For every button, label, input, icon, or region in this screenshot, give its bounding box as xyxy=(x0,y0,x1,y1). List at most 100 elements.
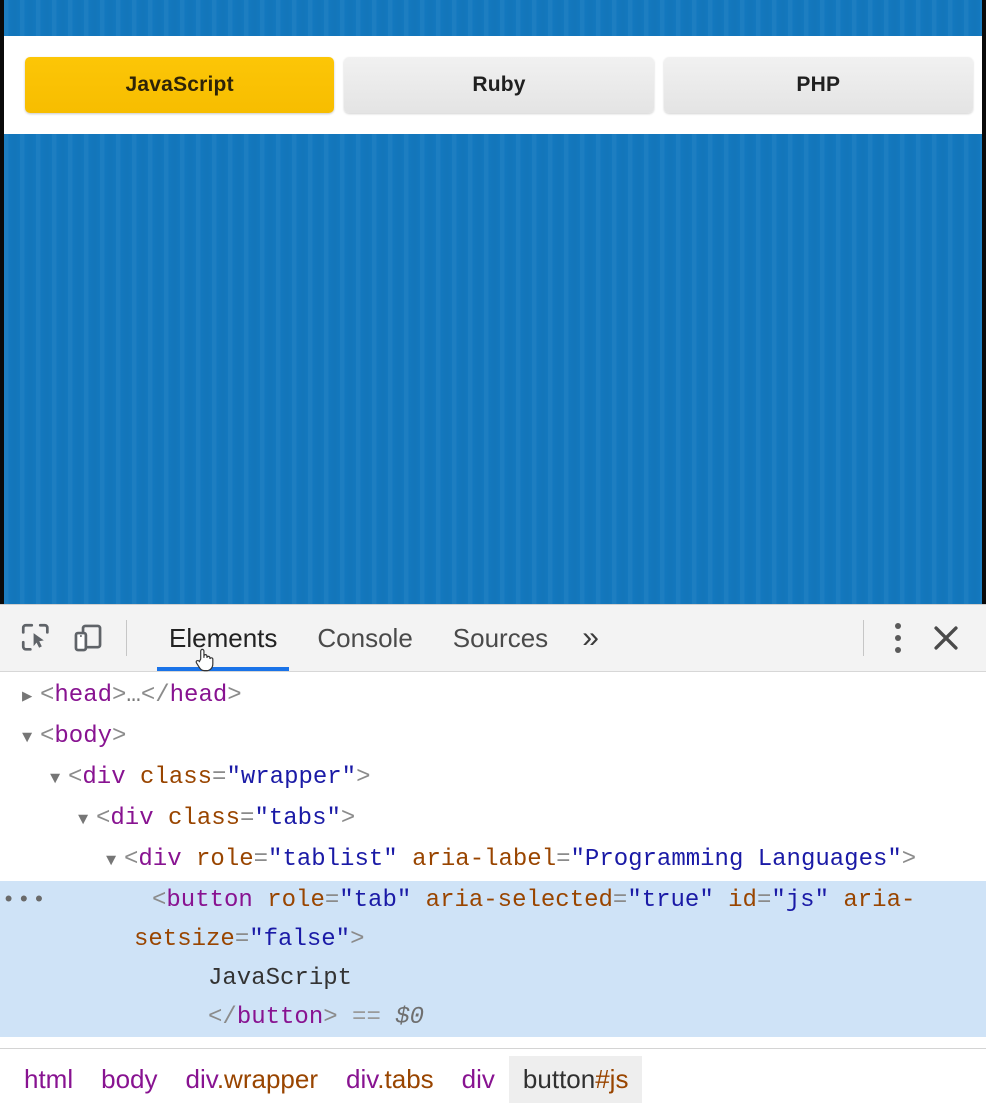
breadcrumb-tag: div xyxy=(185,1064,217,1094)
dom-tree-row[interactable]: </button> == $0 xyxy=(0,998,986,1037)
dom-tree[interactable]: ▶ <head>…</head> ▼ <body> ▼ <div class="wrapp… xyxy=(0,672,986,1048)
dom-token-tag: head xyxy=(54,682,113,709)
dom-token-punct: > xyxy=(356,764,371,791)
dom-token-punct: < xyxy=(152,887,167,914)
dom-token-attr: aria-selected xyxy=(425,887,613,914)
dom-tree-row[interactable]: ▼ <body> xyxy=(0,717,986,758)
tab-console[interactable]: Console xyxy=(297,605,432,671)
device-toolbar-icon[interactable] xyxy=(62,612,114,664)
tablist: JavaScript Ruby PHP xyxy=(25,57,973,113)
page-tab-javascript-label: JavaScript xyxy=(125,73,234,96)
dom-tree-row[interactable]: ▼ <div class="wrapper"> xyxy=(0,758,986,799)
dom-token-punct: = xyxy=(756,887,772,914)
dom-token-punct: < xyxy=(96,805,111,832)
breadcrumb: html body div.wrapper div.tabs div button#js xyxy=(0,1048,986,1110)
dom-token-tag: div xyxy=(138,846,182,873)
dom-token-punct: > xyxy=(340,805,356,832)
dom-token-txt: JavaScript xyxy=(208,965,353,992)
tab-elements[interactable]: Elements xyxy=(149,605,297,671)
dom-token-punct: < xyxy=(40,723,55,750)
breadcrumb-class: .tabs xyxy=(377,1064,434,1094)
dom-token-attr: class xyxy=(168,805,241,832)
dom-token-attr: role xyxy=(196,846,254,873)
dom-tree-row[interactable]: ▶ <head>…</head> xyxy=(0,676,986,717)
disclosure-expanded-icon[interactable]: ▼ xyxy=(106,842,124,881)
dom-token-eqeq: == xyxy=(352,1004,381,1031)
breadcrumb-item-body[interactable]: body xyxy=(87,1056,171,1103)
dom-token-val: "false" xyxy=(249,926,351,953)
breadcrumb-item-button-js[interactable]: button#js xyxy=(508,1056,643,1103)
dom-token-txt xyxy=(714,887,728,914)
close-icon[interactable] xyxy=(920,612,972,664)
dom-token-txt xyxy=(398,846,412,873)
dom-token-punct: </ xyxy=(208,1004,237,1031)
dom-tree-row[interactable]: ••• <button role="tab" aria-selected="tru… xyxy=(0,881,986,959)
kebab-dot xyxy=(895,635,901,641)
kebab-menu-icon[interactable] xyxy=(876,614,920,662)
dom-token-val: "tab" xyxy=(339,887,412,914)
dom-token-txt xyxy=(126,764,140,791)
page-tab-ruby[interactable]: Ruby xyxy=(344,57,654,113)
devtools-toolbar-right xyxy=(851,612,986,664)
page-tab-php-label: PHP xyxy=(796,73,841,96)
breadcrumb-class: #js xyxy=(595,1064,629,1094)
dom-token-val: "tablist" xyxy=(268,846,398,873)
dom-tree-row[interactable]: ▼ <div role="tablist" aria-label="Program… xyxy=(0,840,986,881)
dom-token-attr: class xyxy=(140,764,213,791)
dom-token-dollar: $0 xyxy=(395,1004,425,1031)
dom-token-attr: id xyxy=(728,887,757,914)
dom-token-tag: div xyxy=(110,805,154,832)
more-tabs-chevron-icon[interactable]: » xyxy=(568,605,613,671)
dom-token-punct: < xyxy=(68,764,83,791)
breadcrumb-tag: body xyxy=(101,1064,158,1094)
page-tabstrip: JavaScript Ruby PHP xyxy=(4,36,982,134)
breadcrumb-tag: div xyxy=(461,1064,495,1094)
disclosure-collapsed-icon[interactable]: ▶ xyxy=(22,678,40,717)
disclosure-expanded-icon[interactable]: ▼ xyxy=(78,801,96,840)
devtools-panel: Elements Console Sources » ▶ <head>…</hea… xyxy=(0,604,986,1110)
dom-token-tag: button xyxy=(166,887,253,914)
dom-token-tag: head xyxy=(169,682,228,709)
dom-token-punct: > xyxy=(323,1004,338,1031)
page-tab-php[interactable]: PHP xyxy=(663,57,973,113)
dom-tree-row[interactable]: JavaScript xyxy=(0,959,986,998)
dom-token-txt xyxy=(182,846,196,873)
toolbar-divider-right xyxy=(863,620,864,656)
dom-token-txt xyxy=(154,805,168,832)
tab-sources[interactable]: Sources xyxy=(433,605,568,671)
inspect-element-icon[interactable] xyxy=(10,612,62,664)
dom-token-attr: aria-label xyxy=(412,846,557,873)
breadcrumb-item-html[interactable]: html xyxy=(10,1056,87,1103)
dom-token-punct: < xyxy=(40,682,55,709)
dom-token-txt xyxy=(338,1004,352,1031)
dom-token-tag: body xyxy=(54,723,113,750)
breadcrumb-class: .wrapper xyxy=(216,1064,318,1094)
dom-token-punct: > xyxy=(350,926,365,953)
dom-tree-row[interactable]: ▼ <div class="tabs"> xyxy=(0,799,986,840)
dom-token-punct: = xyxy=(556,846,571,873)
page-tab-ruby-label: Ruby xyxy=(472,73,526,96)
devtools-tabbar: Elements Console Sources » xyxy=(149,605,613,671)
dom-row-ellipsis-icon[interactable]: ••• xyxy=(2,881,48,920)
devtools-toolbar: Elements Console Sources » xyxy=(0,605,986,672)
breadcrumb-item-div[interactable]: div xyxy=(448,1056,509,1103)
dom-token-dots: … xyxy=(126,682,141,709)
dom-token-punct: > xyxy=(112,723,127,750)
disclosure-expanded-icon[interactable]: ▼ xyxy=(50,760,68,799)
breadcrumb-item-div-wrapper[interactable]: div.wrapper xyxy=(172,1056,332,1103)
dom-token-punct: > xyxy=(901,846,917,873)
dom-token-val: "js" xyxy=(771,887,829,914)
disclosure-expanded-icon[interactable]: ▼ xyxy=(22,719,40,758)
dom-token-val: "tabs" xyxy=(254,805,341,832)
breadcrumb-tag: button xyxy=(522,1064,596,1094)
dom-token-punct: < xyxy=(124,846,139,873)
dom-token-val: "true" xyxy=(627,887,714,914)
dom-token-punct: > xyxy=(112,682,127,709)
breadcrumb-tag: div xyxy=(345,1064,378,1094)
dom-token-punct: = xyxy=(612,887,628,914)
dom-token-txt xyxy=(253,887,267,914)
dom-token-txt xyxy=(381,1004,395,1031)
toolbar-divider xyxy=(126,620,127,656)
breadcrumb-item-div-tabs[interactable]: div.tabs xyxy=(332,1056,448,1103)
page-tab-javascript[interactable]: JavaScript xyxy=(25,57,335,113)
